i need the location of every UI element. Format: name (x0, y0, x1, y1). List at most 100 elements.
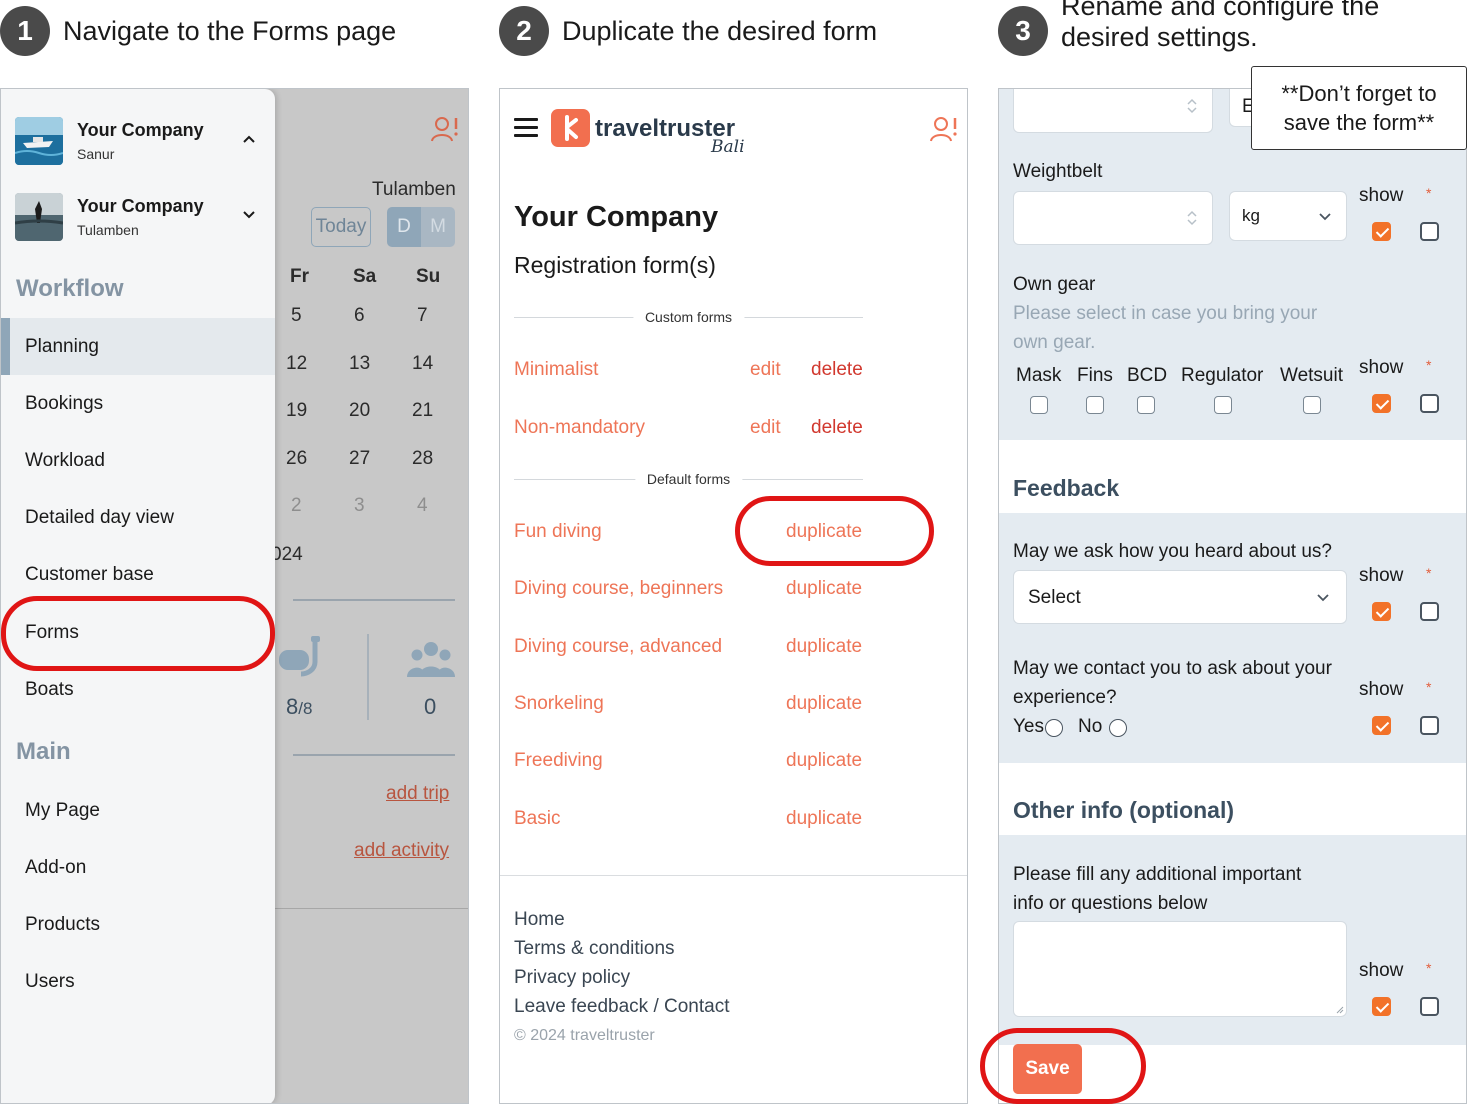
sidebar-item-bookings[interactable]: Bookings (1, 375, 275, 432)
footer-link[interactable]: Home (514, 909, 565, 931)
required-checkbox[interactable] (1420, 602, 1439, 621)
default-form-name[interactable]: Freediving (514, 750, 603, 772)
required-checkbox[interactable] (1420, 394, 1439, 413)
duplicate-link[interactable]: duplicate (786, 636, 862, 658)
weightbelt-unit-select[interactable]: kg (1229, 191, 1347, 241)
company-selector-tulamben[interactable]: Your Company Tulamben (15, 193, 265, 241)
sidebar-item-forms[interactable]: Forms (1, 604, 275, 661)
duplicate-link[interactable]: duplicate (786, 521, 862, 543)
calendar-day[interactable]: 4 (417, 495, 428, 517)
calendar-day[interactable]: 21 (412, 400, 433, 422)
footer-link[interactable]: Privacy policy (514, 967, 630, 989)
duplicate-link[interactable]: duplicate (786, 578, 862, 600)
default-form-name[interactable]: Basic (514, 808, 560, 830)
required-label: * (1426, 565, 1432, 581)
edit-link[interactable]: edit (750, 417, 781, 439)
calendar-day[interactable]: 6 (354, 305, 365, 327)
calendar-day[interactable]: 7 (417, 305, 428, 327)
yes-radio[interactable] (1045, 719, 1063, 737)
gear-option-checkbox[interactable] (1086, 396, 1104, 414)
step-3-header: 3 Rename and configure the desired setti… (998, 0, 1379, 56)
show-checkbox[interactable] (1372, 997, 1391, 1016)
resize-handle-icon[interactable] (1336, 1006, 1344, 1014)
user-alert-icon[interactable] (930, 115, 958, 143)
required-checkbox[interactable] (1420, 222, 1439, 241)
planning-background: Tulamben Today D M Fr Sa Su 5 6 7 12 13 14 19 20 21… (271, 89, 468, 1103)
question-line: May we contact you to ask about your (1013, 658, 1332, 679)
required-checkbox[interactable] (1420, 716, 1439, 735)
chevron-up-icon[interactable] (241, 131, 257, 147)
default-form-name[interactable]: Diving course, beginners (514, 578, 723, 600)
hamburger-menu-icon[interactable] (514, 118, 538, 138)
footer-link[interactable]: Leave feedback / Contact (514, 996, 729, 1018)
calendar-day[interactable]: 2 (291, 495, 302, 517)
duplicate-link[interactable]: duplicate (786, 750, 862, 772)
required-checkbox[interactable] (1420, 997, 1439, 1016)
gear-option-checkbox[interactable] (1214, 396, 1232, 414)
delete-link[interactable]: delete (811, 359, 863, 381)
today-button[interactable]: Today (311, 207, 371, 247)
sidebar-item-boats[interactable]: Boats (1, 661, 275, 718)
calendar-day[interactable]: 28 (412, 448, 433, 470)
divers-count-value: 8 (286, 694, 299, 719)
show-checkbox[interactable] (1372, 716, 1391, 735)
duplicate-link[interactable]: duplicate (786, 808, 862, 830)
calendar-day[interactable]: 13 (349, 353, 370, 375)
show-checkbox[interactable] (1372, 602, 1391, 621)
calendar-day[interactable]: 26 (286, 448, 307, 470)
calendar-day[interactable]: 19 (286, 400, 307, 422)
company-selector-sanur[interactable]: Your Company Sanur (15, 117, 265, 165)
stepper-icon[interactable] (1186, 96, 1198, 116)
company-photo-diver (15, 193, 63, 241)
sidebar-item-detailed-day-view[interactable]: Detailed day view (1, 490, 275, 547)
month-view-button[interactable]: M (421, 207, 455, 247)
stepper-icon[interactable] (1186, 208, 1198, 228)
divers-count: 8/8 (286, 694, 312, 720)
calendar-day[interactable]: 12 (286, 353, 307, 375)
delete-link[interactable]: delete (811, 417, 863, 439)
sidebar-item-customer-base[interactable]: Customer base (1, 547, 275, 604)
sidebar-item-add-on[interactable]: Add-on (1, 839, 275, 896)
gear-option-checkbox[interactable] (1303, 396, 1321, 414)
footer-link[interactable]: Terms & conditions (514, 938, 675, 960)
sidebar-item-planning[interactable]: Planning (1, 318, 275, 375)
additional-info-textarea[interactable] (1013, 921, 1347, 1017)
duplicate-link[interactable]: duplicate (786, 693, 862, 715)
no-radio[interactable] (1109, 719, 1127, 737)
calendar-day[interactable]: 5 (291, 305, 302, 327)
sidebar-item-my-page[interactable]: My Page (1, 782, 275, 839)
default-form-name[interactable]: Fun diving (514, 521, 602, 543)
show-checkbox[interactable] (1372, 222, 1391, 241)
divider (275, 908, 468, 909)
calendar-day[interactable]: 3 (354, 495, 365, 517)
sidebar-item-workload[interactable]: Workload (1, 432, 275, 489)
default-form-name[interactable]: Diving course, advanced (514, 636, 722, 658)
chevron-down-icon[interactable] (241, 207, 257, 223)
number-input-partial[interactable] (1013, 89, 1213, 133)
weightbelt-input[interactable] (1013, 191, 1213, 245)
gear-option-checkbox[interactable] (1137, 396, 1155, 414)
day-view-button[interactable]: D (387, 207, 421, 247)
page-title: Your Company (514, 201, 719, 233)
save-button[interactable]: Save (1013, 1044, 1082, 1094)
step-2-header: 2 Duplicate the desired form (499, 6, 877, 56)
step-1-header: 1 Navigate to the Forms page (0, 6, 396, 56)
traveltruster-logo-icon[interactable] (551, 109, 590, 147)
other-info-question: Please fill any additional important inf… (1013, 860, 1301, 918)
calendar-day[interactable]: 20 (349, 400, 370, 422)
calendar-day[interactable]: 27 (349, 448, 370, 470)
sidebar-item-users[interactable]: Users (1, 954, 275, 1011)
show-checkbox[interactable] (1372, 394, 1391, 413)
sidebar-item-products[interactable]: Products (1, 896, 275, 953)
custom-form-name[interactable]: Minimalist (514, 359, 598, 381)
add-trip-link[interactable]: add trip (386, 783, 449, 805)
gear-option-checkbox[interactable] (1030, 396, 1048, 414)
select-value: Select (1028, 587, 1081, 608)
add-activity-link[interactable]: add activity (354, 840, 449, 862)
calendar-day[interactable]: 14 (412, 353, 433, 375)
heard-about-us-select[interactable]: Select (1013, 570, 1347, 624)
default-form-name[interactable]: Snorkeling (514, 693, 604, 715)
edit-link[interactable]: edit (750, 359, 781, 381)
custom-form-name[interactable]: Non-mandatory (514, 417, 645, 439)
show-label: show (1359, 565, 1404, 586)
